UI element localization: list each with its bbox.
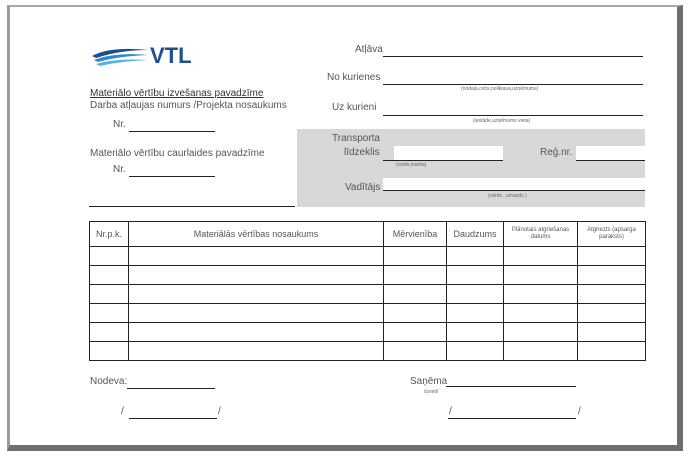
sanema-signature-field[interactable] [448,418,576,419]
nr-label-1: Nr. [113,119,126,130]
nodeva-signature-field[interactable] [129,418,217,419]
vtl-logo: VTL [90,42,220,70]
table-row [89,341,646,361]
sanema-field[interactable] [446,386,576,387]
uz-kurieni-field[interactable] [383,115,643,116]
no-kurienes-label: No kurienes [327,72,381,83]
nr-field-2[interactable] [129,176,215,177]
sanema-label: Saņēma [410,376,448,387]
form-title: Materiālo vērtību izvešanas pavadzīme [90,88,264,99]
nodeva-field[interactable] [127,388,215,389]
nodeva-slash-right: / [218,406,221,417]
lidzeklis-hint: (veids,marka) [396,162,427,168]
logo-text: VTL [150,43,192,68]
vaditajs-label: Vadītājs [345,182,381,193]
nodeva-label: Nodeva: [90,376,128,387]
nr-field-1[interactable] [129,131,215,132]
col-header-nr: Nr.p.k. [89,221,129,247]
col-header-return-date: Plānotais atgriešanas datums [503,221,578,247]
no-kurienes-hint: (nodaļa,cehs,noliktava,uzņēmums) [461,86,539,92]
reg-nr-label: Reģ.nr. [540,147,573,158]
wave-logo-icon [92,48,148,66]
reg-nr-field [576,160,645,161]
uz-kurieni-label: Uz kurieni [332,102,377,113]
vaditajs-box[interactable] [383,178,645,190]
no-kurienes-field[interactable] [383,84,643,85]
lidzeklis-label: līdzeklis [344,147,380,158]
nodeva-slash-left: / [121,406,124,417]
atlava-label: Atļāva [355,44,383,55]
sanema-slash-right: / [578,406,581,417]
uz-kurieni-hint: (iestāde,uzņēmums vieta) [473,118,531,124]
col-header-unit: Mērvienība [383,221,447,247]
col-header-qty: Daudzums [446,221,504,247]
left-separator [89,206,295,207]
table-row [89,322,646,342]
sanema-slash-left: / [449,406,452,417]
lidzeklis-box[interactable] [394,146,503,160]
table-row [89,303,646,323]
permit-label: Darba atļaujas numurs /Projekta nosaukum… [90,100,287,111]
atlava-field[interactable] [383,56,643,57]
col-header-name: Materiālās vērtības nosaukums [128,221,384,247]
table-header-row: Nr.p.k. Materiālās vērtības nosaukums Mē… [89,221,646,247]
vaditajs-hint: (vārds , uzvards ) [488,193,527,199]
items-table: Nr.p.k. Materiālās vērtības nosaukums Mē… [89,221,646,361]
nr-label-2: Nr. [113,164,126,175]
reg-nr-box[interactable] [576,146,645,160]
table-row [89,284,646,304]
col-header-returned: Atgriezts (apsarga paraksts) [577,221,646,247]
pass-label: Materiālo vērtību caurlaides pavadzīme [90,148,265,159]
sanema-hint: /izved/ [424,389,439,395]
vaditajs-field [383,190,645,191]
transporta-label: Transporta [332,133,380,144]
lidzeklis-field [383,160,503,161]
table-row [89,265,646,285]
table-row [89,246,646,266]
